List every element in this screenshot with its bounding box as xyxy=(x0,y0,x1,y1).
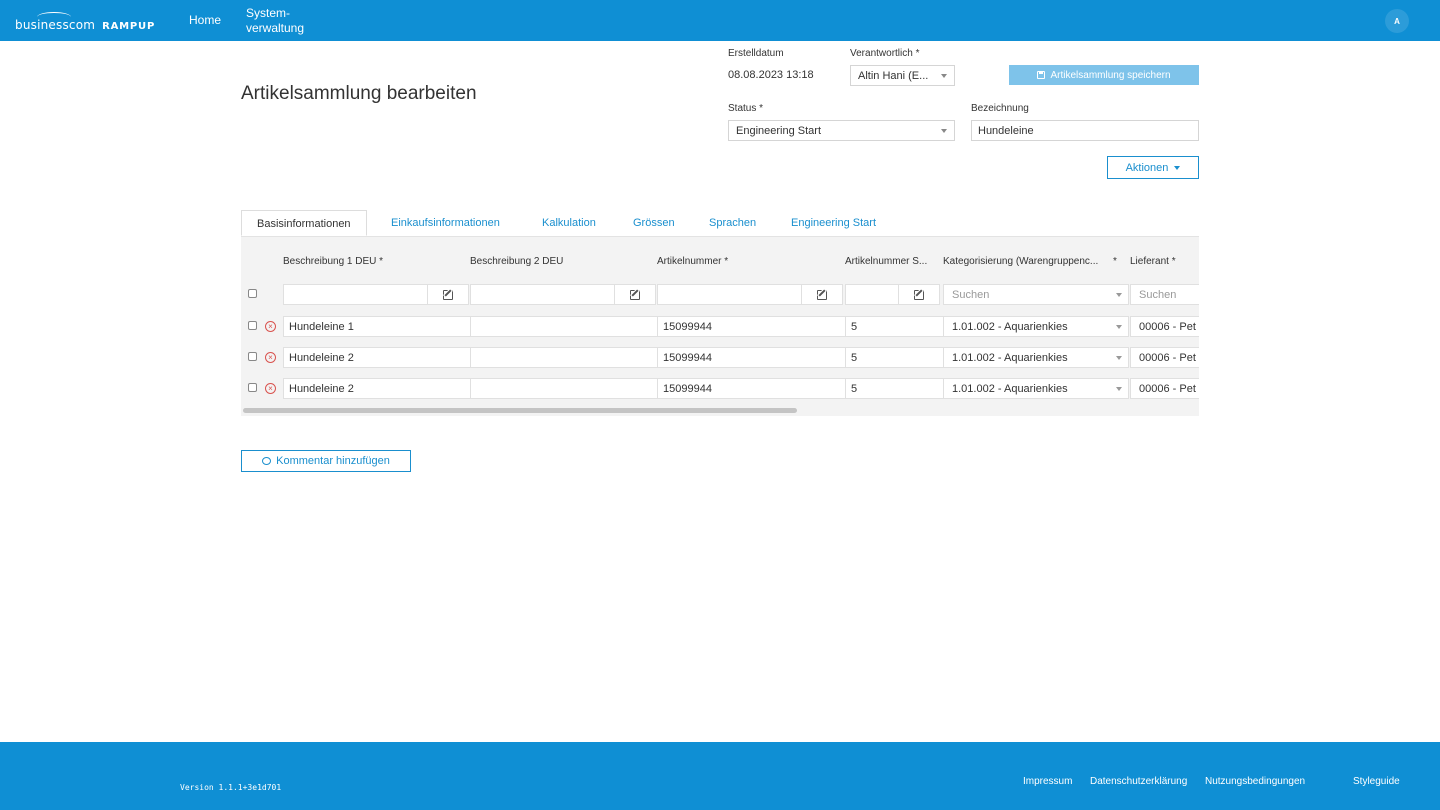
footer-link-styleguide[interactable]: Styleguide xyxy=(1353,776,1400,787)
cell-artikelnummer-s[interactable]: 5 xyxy=(845,347,944,368)
cell-beschreibung2[interactable] xyxy=(470,316,658,337)
column-header[interactable]: Beschreibung 2 DEU xyxy=(470,256,563,267)
logo-product-text: RAMPUP xyxy=(102,21,156,32)
cell-beschreibung1[interactable]: Hundeleine 2 xyxy=(283,378,471,399)
row-checkbox[interactable] xyxy=(248,321,257,330)
filter-lieferant-placeholder: Suchen xyxy=(1139,289,1177,301)
chevron-down-icon xyxy=(1116,387,1122,391)
cell-artikelnummer-s[interactable]: 5 xyxy=(845,316,944,337)
footer-link-impressum[interactable]: Impressum xyxy=(1023,776,1072,787)
filter-beschreibung1-input[interactable] xyxy=(283,284,428,305)
edit-icon xyxy=(630,289,640,300)
select-all-checkbox[interactable] xyxy=(248,289,257,298)
verantwortlich-select[interactable]: Altin Hani (E... xyxy=(850,65,955,86)
version-text: Version 1.1.1+3e1d701 xyxy=(180,783,282,792)
cell-beschreibung1[interactable]: Hundeleine 1 xyxy=(283,316,471,337)
tab-basisinformationen[interactable]: Basisinformationen xyxy=(241,210,367,236)
filter-edit-button[interactable] xyxy=(427,284,469,305)
tab-groessen[interactable]: Grössen xyxy=(633,210,675,236)
edit-icon xyxy=(443,289,453,300)
article-grid: Beschreibung 1 DEU * Beschreibung 2 DEU … xyxy=(241,236,1199,416)
chevron-down-icon xyxy=(1174,165,1181,170)
cell-artikelnummer-s[interactable]: 5 xyxy=(845,378,944,399)
footer: Version 1.1.1+3e1d701 Impressum Datensch… xyxy=(0,742,1440,810)
verantwortlich-label: Verantwortlich * xyxy=(850,48,920,59)
bezeichnung-input[interactable]: Hundeleine xyxy=(971,120,1199,141)
cell-beschreibung2[interactable] xyxy=(470,378,658,399)
nav-home[interactable]: Home xyxy=(189,13,221,27)
cell-lieferant[interactable]: 00006 - Pet xyxy=(1130,316,1199,337)
filter-artikelnummer-input[interactable] xyxy=(657,284,802,305)
tab-sprachen[interactable]: Sprachen xyxy=(709,210,756,236)
cell-kategorie-value: 1.01.002 - Aquarienkies xyxy=(952,321,1068,333)
column-header[interactable]: Kategorisierung (Warengruppenc... xyxy=(943,256,1098,267)
user-avatar[interactable]: A xyxy=(1385,9,1409,33)
page-title: Artikelsammlung bearbeiten xyxy=(241,83,477,104)
cell-kategorie-value: 1.01.002 - Aquarienkies xyxy=(952,352,1068,364)
column-header[interactable]: Beschreibung 1 DEU * xyxy=(283,256,383,267)
tab-engineering-start[interactable]: Engineering Start xyxy=(791,210,876,236)
save-icon xyxy=(1037,71,1046,79)
status-select[interactable]: Engineering Start xyxy=(728,120,955,141)
filter-edit-button[interactable] xyxy=(801,284,843,305)
filter-kategorie-placeholder: Suchen xyxy=(952,289,990,301)
erstelldatum-value: 08.08.2023 13:18 xyxy=(728,69,814,81)
remove-row-icon[interactable]: × xyxy=(265,383,276,394)
tab-kalkulation[interactable]: Kalkulation xyxy=(542,210,596,236)
row-checkbox[interactable] xyxy=(248,352,257,361)
save-collection-button[interactable]: Artikelsammlung speichern xyxy=(1009,65,1199,85)
column-header[interactable]: Artikelnummer * xyxy=(657,256,728,267)
footer-link-nutzungsbedingungen[interactable]: Nutzungsbedingungen xyxy=(1205,776,1305,787)
cell-lieferant[interactable]: 00006 - Pet xyxy=(1130,347,1199,368)
chevron-down-icon xyxy=(1116,356,1122,360)
chevron-down-icon xyxy=(1116,325,1122,329)
comment-icon xyxy=(262,457,272,465)
chevron-down-icon xyxy=(941,74,947,78)
cell-artikelnummer[interactable]: 15099944 xyxy=(657,316,846,337)
top-navigation: businesscom RAMPUP Home System-verwaltun… xyxy=(0,0,1440,41)
cell-lieferant[interactable]: 00006 - Pet xyxy=(1130,378,1199,399)
remove-row-icon[interactable]: × xyxy=(265,321,276,332)
filter-lieferant-select[interactable]: Suchen xyxy=(1130,284,1199,305)
save-button-label: Artikelsammlung speichern xyxy=(1050,69,1171,81)
cell-artikelnummer[interactable]: 15099944 xyxy=(657,347,846,368)
add-comment-label: Kommentar hinzufügen xyxy=(276,455,390,467)
filter-kategorie-select[interactable]: Suchen xyxy=(943,284,1129,305)
chevron-down-icon xyxy=(941,129,947,133)
row-checkbox[interactable] xyxy=(248,383,257,392)
filter-edit-button[interactable] xyxy=(614,284,656,305)
footer-link-datenschutz[interactable]: Datenschutzerklärung xyxy=(1090,776,1187,787)
app-logo[interactable]: businesscom RAMPUP xyxy=(15,10,155,32)
logo-business-text: businesscom xyxy=(15,12,95,32)
status-label: Status * xyxy=(728,103,764,114)
tab-einkaufsinformationen[interactable]: Einkaufsinformationen xyxy=(391,210,500,236)
filter-edit-button[interactable] xyxy=(898,284,940,305)
aktionen-button[interactable]: Aktionen xyxy=(1107,156,1199,179)
cell-beschreibung2[interactable] xyxy=(470,347,658,368)
column-header[interactable]: Lieferant * xyxy=(1130,256,1176,267)
filter-beschreibung2-input[interactable] xyxy=(470,284,615,305)
verantwortlich-value: Altin Hani (E... xyxy=(858,70,929,82)
status-value: Engineering Start xyxy=(736,125,821,137)
edit-icon xyxy=(817,289,827,300)
add-comment-button[interactable]: Kommentar hinzufügen xyxy=(241,450,411,472)
bezeichnung-label: Bezeichnung xyxy=(971,103,1029,114)
horizontal-scrollbar[interactable] xyxy=(243,408,797,413)
cell-kategorie-select[interactable]: 1.01.002 - Aquarienkies xyxy=(943,378,1129,399)
nav-systemverwaltung[interactable]: System-verwaltung xyxy=(246,6,326,36)
edit-icon xyxy=(914,289,924,300)
cell-kategorie-select[interactable]: 1.01.002 - Aquarienkies xyxy=(943,347,1129,368)
column-header[interactable]: Artikelnummer S... xyxy=(845,256,927,267)
remove-row-icon[interactable]: × xyxy=(265,352,276,363)
cell-beschreibung1[interactable]: Hundeleine 2 xyxy=(283,347,471,368)
filter-artikelnummer-s-input[interactable] xyxy=(845,284,901,305)
column-header-required-marker: * xyxy=(1113,256,1117,267)
tab-bar: Basisinformationen Einkaufsinformationen… xyxy=(241,210,1199,236)
erstelldatum-label: Erstelldatum xyxy=(728,48,784,59)
cell-kategorie-select[interactable]: 1.01.002 - Aquarienkies xyxy=(943,316,1129,337)
cell-artikelnummer[interactable]: 15099944 xyxy=(657,378,846,399)
cell-kategorie-value: 1.01.002 - Aquarienkies xyxy=(952,383,1068,395)
aktionen-label: Aktionen xyxy=(1125,161,1169,174)
chevron-down-icon xyxy=(1116,293,1122,297)
